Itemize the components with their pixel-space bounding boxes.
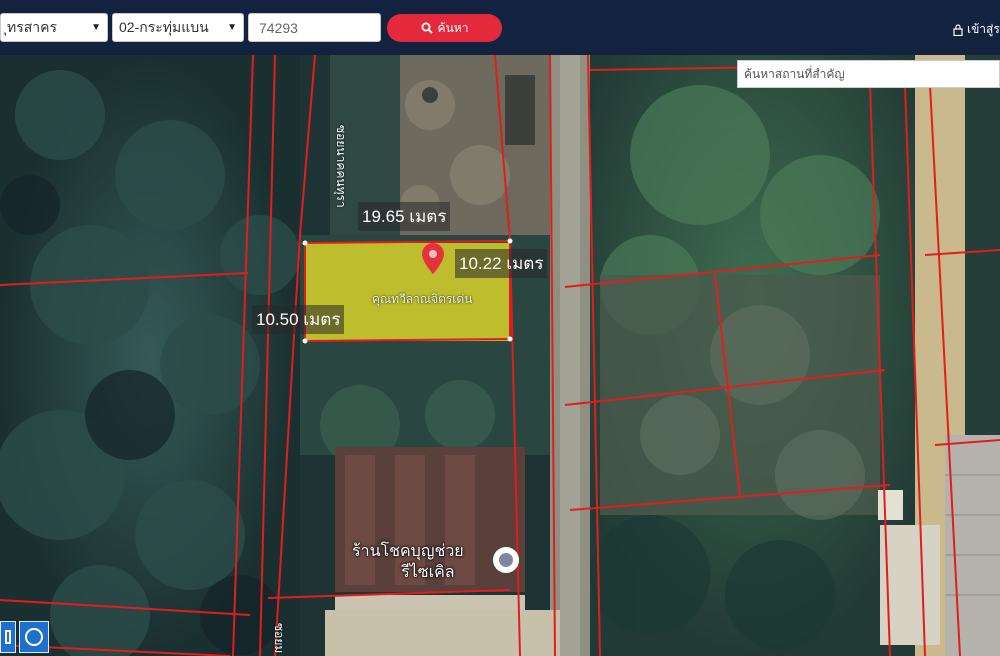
chevron-down-icon: ▼ — [227, 22, 237, 33]
shop-label-line2: รีไซเคิล — [401, 564, 455, 581]
rectangle-tool-button[interactable] — [0, 621, 16, 653]
rectangle-tool-icon — [5, 630, 11, 644]
measurement-right: 10.22 เมตร — [455, 249, 548, 278]
landmark-search-input[interactable]: ค้นหาสถานที่สำคัญ — [737, 60, 1000, 88]
province-select[interactable]: ุทรสาคร ▼ — [0, 13, 108, 42]
road-label-bottom: ซอยม — [272, 623, 286, 654]
province-value: ุทรสาคร — [7, 18, 58, 35]
satellite-map[interactable]: 19.65 เมตร 10.22 เมตร 10.50 เมตร คุณทวีล… — [0, 55, 1000, 656]
place-pin-icon[interactable] — [493, 547, 519, 573]
lock-icon — [953, 23, 963, 36]
search-button-label: ค้นหา — [437, 20, 469, 35]
landmark-search-placeholder: ค้นหาสถานที่สำคัญ — [744, 66, 845, 81]
parcel-number-value: 74293 — [259, 19, 298, 36]
chevron-down-icon: ▼ — [91, 22, 101, 33]
shop-label: ร้านโชคบุญช่วย รีไซเคิล — [352, 541, 464, 583]
road-label-top: ซอยนาคคนทุรา — [334, 125, 348, 208]
measurement-top: 19.65 เมตร — [358, 202, 451, 231]
circle-tool-icon — [25, 628, 43, 646]
shop-label-line1: ร้านโชคบุญช่วย — [352, 543, 464, 560]
district-value: 02-กระทุ่มแบน — [119, 18, 209, 35]
login-link[interactable]: เข้าสู่ร — [953, 20, 1000, 39]
parcel-number-input[interactable]: 74293 — [248, 13, 381, 42]
top-toolbar: ุทรสาคร ▼ 02-กระทุ่มแบน ▼ 74293 ค้นหา เข… — [0, 0, 1000, 55]
parcel-owner-label: คุณทวีลาณจิตรเด่น — [372, 292, 473, 306]
search-button[interactable]: ค้นหา — [387, 14, 502, 42]
login-label: เข้าสู่ร — [967, 22, 1000, 36]
measurement-left: 10.50 เมตร — [252, 305, 345, 334]
circle-tool-button[interactable] — [19, 621, 49, 653]
search-icon — [421, 22, 433, 34]
district-select[interactable]: 02-กระทุ่มแบน ▼ — [112, 13, 244, 42]
